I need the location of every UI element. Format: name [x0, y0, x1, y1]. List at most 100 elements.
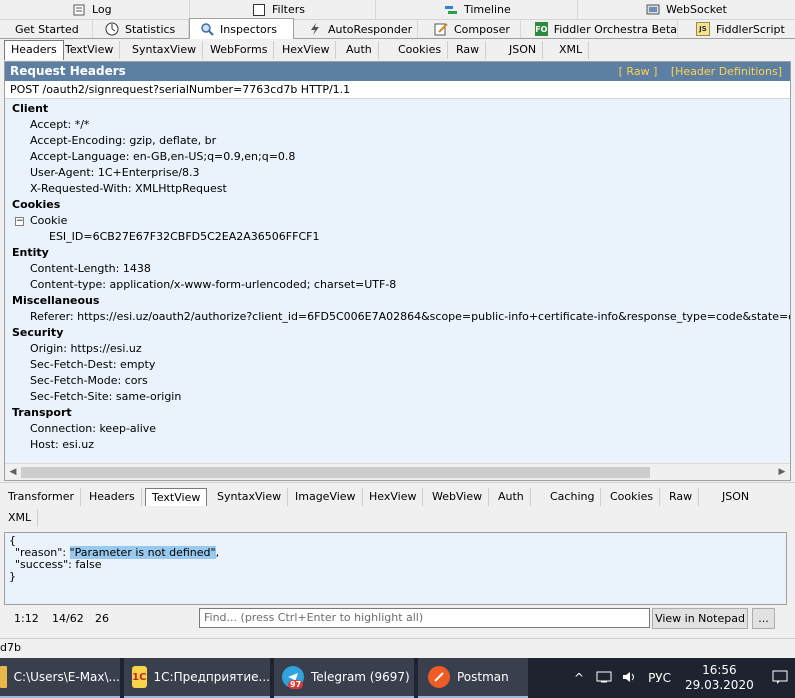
header-content-type[interactable]: Content-type: application/x-www-form-url… [30, 278, 396, 291]
response-tab-json[interactable]: JSON [716, 488, 755, 506]
inspectors-icon [200, 22, 214, 36]
header-sec-fetch-mode[interactable]: Sec-Fetch-Mode: cors [30, 374, 148, 387]
request-tab-cookies[interactable]: Cookies [392, 41, 449, 59]
taskbar-telegram[interactable]: 97 Telegram (9697) [274, 658, 414, 698]
taskbar-explorer-label: C:\Users\E-Max\... [13, 670, 120, 684]
header-definitions-link[interactable]: [Header Definitions] [671, 65, 782, 78]
taskbar-postman-label: Postman [457, 670, 509, 684]
response-tab-cookies[interactable]: Cookies [604, 488, 661, 506]
find-input[interactable]: Find... (press Ctrl+Enter to highlight a… [199, 608, 650, 628]
group-miscellaneous[interactable]: Miscellaneous [12, 294, 99, 307]
response-tab-transformer[interactable]: Transformer [2, 488, 82, 506]
tab-log[interactable]: Log [0, 0, 190, 19]
tab-get-started-label: Get Started [15, 22, 79, 36]
response-tab-auth[interactable]: Auth [492, 488, 531, 506]
folder-icon [0, 666, 7, 688]
more-options-button[interactable]: ... [752, 608, 775, 629]
tab-websocket[interactable]: WebSocket [578, 0, 795, 19]
scrollbar-thumb[interactable] [21, 467, 650, 478]
response-tab-imageview[interactable]: ImageView [289, 488, 363, 506]
network-icon[interactable] [596, 671, 612, 686]
header-user-agent[interactable]: User-Agent: 1C+Enterprise/8.3 [30, 166, 200, 179]
composer-icon [434, 22, 448, 36]
app-status-bar: d7b [0, 638, 795, 658]
response-tab-webview[interactable]: WebView [426, 488, 490, 506]
raw-link[interactable]: [ Raw ] [619, 65, 658, 78]
header-sec-fetch-site[interactable]: Sec-Fetch-Site: same-origin [30, 390, 181, 403]
horizontal-scrollbar[interactable]: ◀ ▶ [5, 463, 790, 480]
top-tab-row-1: Log Filters Timeline WebSocket [0, 0, 795, 20]
statistics-icon [105, 22, 119, 36]
header-sec-fetch-dest[interactable]: Sec-Fetch-Dest: empty [30, 358, 155, 371]
request-tab-json[interactable]: JSON [503, 41, 544, 59]
response-tab-headers[interactable]: Headers [83, 488, 142, 506]
request-tab-webforms[interactable]: WebForms [204, 41, 275, 59]
json-reason-comma: , [215, 546, 220, 559]
view-in-notepad-button[interactable]: View in Notepad [652, 608, 748, 629]
clock[interactable]: 16:56 29.03.2020 [685, 663, 754, 693]
header-content-length[interactable]: Content-Length: 1438 [30, 262, 151, 275]
header-connection[interactable]: Connection: keep-alive [30, 422, 156, 435]
selection-info: 14/62 [52, 612, 84, 625]
clock-date: 29.03.2020 [685, 678, 754, 692]
group-entity[interactable]: Entity [12, 246, 49, 259]
request-tab-headers[interactable]: Headers [4, 40, 64, 60]
system-tray: ^ РУС 16:56 29.03.2020 [574, 658, 788, 698]
cursor-position: 1:12 [14, 612, 39, 625]
request-tab-xml[interactable]: XML [553, 41, 590, 59]
request-tab-auth[interactable]: Auth [340, 41, 379, 59]
header-origin[interactable]: Origin: https://esi.uz [30, 342, 142, 355]
tab-autoresponder[interactable]: AutoResponder [294, 20, 418, 38]
tab-composer[interactable]: Composer [418, 20, 521, 38]
response-inspector-tabs: Transformer Headers TextView SyntaxView … [0, 487, 795, 531]
response-tab-xml[interactable]: XML [2, 509, 39, 527]
tab-filters[interactable]: Filters [190, 0, 376, 19]
fiddler-orchestra-icon: FO [535, 22, 548, 36]
group-cookies[interactable]: Cookies [12, 198, 60, 211]
tab-inspectors[interactable]: Inspectors [189, 18, 294, 39]
taskbar-1c[interactable]: 1С 1С:Предприятие... [124, 658, 270, 698]
tab-fiddler-orchestra-label: Fiddler Orchestra Beta [553, 22, 677, 36]
cookie-esi-id[interactable]: ESI_ID=6CB27E67F32CBFD5C2EA2A36506FFCF1 [49, 230, 319, 243]
response-tab-hexview[interactable]: HexView [363, 488, 424, 506]
request-tab-hexview[interactable]: HexView [276, 41, 337, 59]
response-tab-caching[interactable]: Caching [544, 488, 602, 506]
header-cookie[interactable]: Cookie [30, 214, 67, 227]
request-tab-raw[interactable]: Raw [450, 41, 487, 59]
chevron-up-icon[interactable]: ^ [574, 671, 584, 685]
header-x-requested-with[interactable]: X-Requested-With: XMLHttpRequest [30, 182, 227, 195]
response-tab-raw[interactable]: Raw [663, 488, 700, 506]
header-accept-language[interactable]: Accept-Language: en-GB,en-US;q=0.9,en;q=… [30, 150, 295, 163]
fiddlerscript-icon: JS [696, 22, 710, 36]
textview-status-bar: 1:12 14/62 26 Find... (press Ctrl+Enter … [4, 606, 787, 631]
tab-statistics[interactable]: Statistics [93, 20, 189, 38]
tab-websocket-label: WebSocket [666, 3, 727, 16]
scroll-right-icon[interactable]: ▶ [776, 466, 788, 478]
json-success-line: "success": false [15, 558, 102, 571]
scroll-left-icon[interactable]: ◀ [7, 466, 19, 478]
response-tab-textview[interactable]: TextView [145, 488, 208, 506]
collapse-toggle-icon[interactable]: − [15, 217, 24, 226]
tab-get-started[interactable]: Get Started [0, 20, 93, 38]
tab-timeline[interactable]: Timeline [376, 0, 578, 19]
tab-fiddlerscript[interactable]: JS FiddlerScript [678, 20, 795, 38]
group-client[interactable]: Client [12, 102, 48, 115]
header-accept[interactable]: Accept: */* [30, 118, 89, 131]
notifications-icon[interactable] [772, 670, 788, 687]
header-referer[interactable]: Referer: https://esi.uz/oauth2/authorize… [30, 310, 790, 323]
response-text-area[interactable]: { "reason": "Parameter is not defined", … [4, 532, 787, 605]
response-tab-syntaxview[interactable]: SyntaxView [211, 488, 289, 506]
request-headers-title-bar: Request Headers [ Raw ] [Header Definiti… [5, 62, 790, 81]
taskbar-postman[interactable]: Postman [418, 658, 528, 698]
tab-fiddler-orchestra[interactable]: FO Fiddler Orchestra Beta [521, 20, 678, 38]
telegram-icon: 97 [282, 666, 304, 689]
request-tab-syntaxview[interactable]: SyntaxView [126, 41, 204, 59]
group-security[interactable]: Security [12, 326, 63, 339]
taskbar-explorer[interactable]: C:\Users\E-Max\... [0, 658, 120, 698]
header-accept-encoding[interactable]: Accept-Encoding: gzip, deflate, br [30, 134, 216, 147]
request-tab-textview[interactable]: TextView [59, 41, 121, 59]
volume-icon[interactable] [622, 671, 636, 686]
header-host[interactable]: Host: esi.uz [30, 438, 94, 451]
group-transport[interactable]: Transport [12, 406, 72, 419]
language-indicator[interactable]: РУС [648, 671, 671, 685]
